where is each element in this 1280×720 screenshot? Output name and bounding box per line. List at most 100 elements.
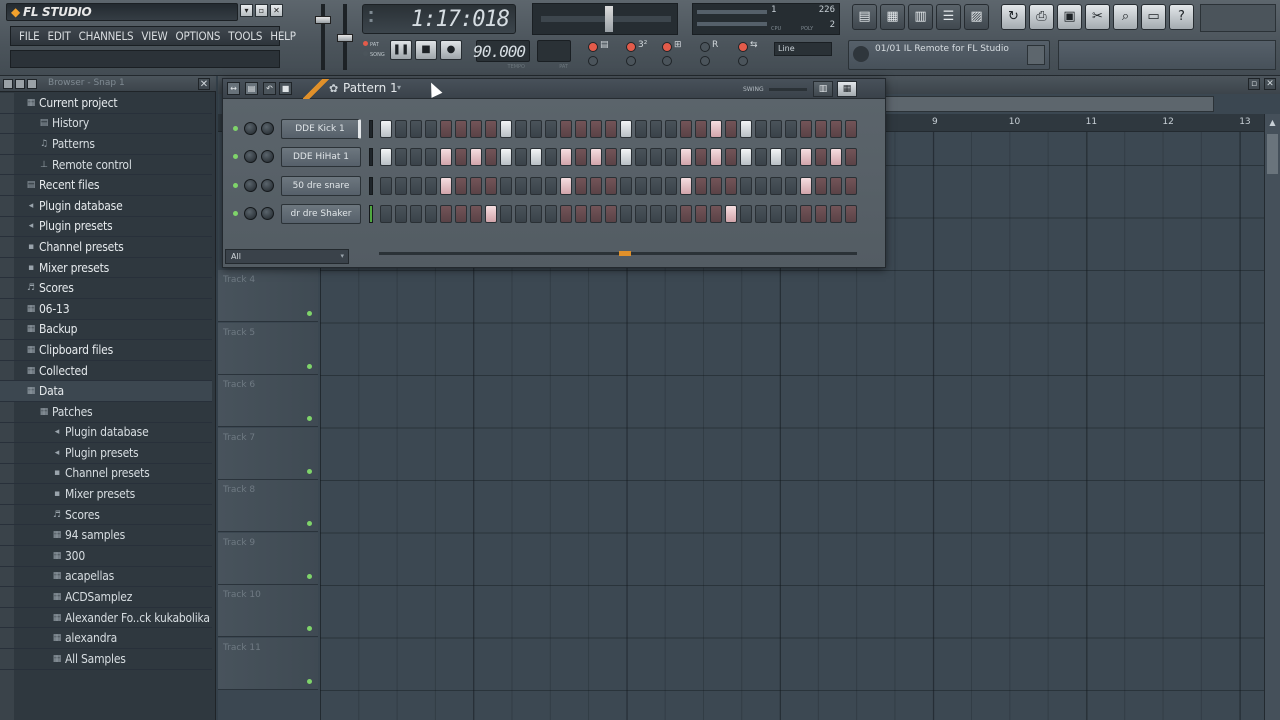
browser-item[interactable]: ◂ Plugin presets bbox=[0, 217, 212, 238]
cut-icon[interactable]: ✂ bbox=[1085, 4, 1110, 30]
step-button[interactable] bbox=[620, 148, 632, 167]
browser-item[interactable]: ▦ Alexander Fo..ck kukabolika bbox=[0, 608, 212, 629]
snap-selector[interactable]: Line bbox=[774, 42, 832, 56]
browser-collapse-button[interactable] bbox=[3, 79, 13, 89]
step-button[interactable] bbox=[410, 148, 422, 167]
step-button[interactable] bbox=[545, 120, 557, 138]
step-button[interactable] bbox=[845, 120, 857, 138]
track-mute-led[interactable] bbox=[307, 363, 312, 369]
scroll-thumb[interactable] bbox=[1267, 134, 1278, 174]
notes-icon[interactable]: ▭ bbox=[1141, 4, 1166, 30]
step-button[interactable] bbox=[725, 204, 737, 223]
step-button[interactable] bbox=[590, 176, 602, 195]
pattern-selector[interactable]: Pattern 1 bbox=[343, 81, 398, 95]
typing-keyboard-toggle[interactable] bbox=[588, 42, 598, 52]
track-mute-led[interactable] bbox=[307, 626, 312, 631]
step-button[interactable] bbox=[395, 176, 407, 195]
render-icon[interactable]: ▣ bbox=[1057, 4, 1082, 30]
step-button[interactable] bbox=[725, 120, 737, 138]
step-button[interactable] bbox=[485, 176, 497, 195]
channel-select-indicator[interactable] bbox=[369, 148, 373, 167]
channel-filter[interactable]: All ▾ bbox=[225, 249, 349, 264]
pat-song-switch[interactable]: PAT SONG bbox=[363, 40, 385, 60]
step-edit-toggle[interactable] bbox=[626, 42, 636, 52]
track-mute-led[interactable] bbox=[307, 311, 312, 316]
browser-item[interactable]: ▦ 94 samples bbox=[0, 525, 212, 547]
time-display[interactable]: ▪ ▪ 1:17:018 bbox=[362, 4, 516, 34]
step-button[interactable] bbox=[650, 176, 662, 195]
step-button[interactable] bbox=[560, 148, 572, 167]
browser-item[interactable]: ▪ Channel presets bbox=[0, 464, 212, 485]
punch-toggle[interactable] bbox=[700, 56, 710, 66]
step-button[interactable] bbox=[680, 120, 692, 138]
pause-button[interactable]: ❚❚ bbox=[390, 40, 412, 60]
step-button[interactable] bbox=[515, 120, 527, 138]
channel-pan-knob[interactable] bbox=[244, 122, 257, 135]
step-button[interactable] bbox=[590, 204, 602, 223]
step-button[interactable] bbox=[440, 204, 452, 223]
channel-volume-knob[interactable] bbox=[261, 206, 274, 220]
step-button[interactable] bbox=[485, 148, 497, 167]
channel-mute-led[interactable] bbox=[233, 182, 238, 188]
browser-item[interactable]: ▦ Data bbox=[0, 381, 212, 402]
step-button[interactable] bbox=[455, 204, 467, 223]
step-button[interactable] bbox=[440, 176, 452, 195]
browser-item[interactable]: ▪ Mixer presets bbox=[0, 258, 212, 279]
step-button[interactable] bbox=[395, 120, 407, 138]
step-button[interactable] bbox=[410, 176, 422, 195]
step-button[interactable] bbox=[635, 148, 647, 167]
step-button[interactable] bbox=[605, 120, 617, 138]
step-button[interactable] bbox=[665, 148, 677, 167]
step-button[interactable] bbox=[500, 176, 512, 195]
step-button[interactable] bbox=[695, 176, 707, 195]
minimize-button[interactable]: ▾ bbox=[240, 4, 253, 17]
step-button[interactable] bbox=[800, 204, 812, 223]
step-button[interactable] bbox=[740, 148, 752, 167]
master-pitch-slider[interactable] bbox=[334, 4, 356, 70]
step-button[interactable] bbox=[605, 148, 617, 167]
step-button[interactable] bbox=[440, 120, 452, 138]
step-button[interactable] bbox=[785, 204, 797, 223]
channel-name-button[interactable]: 50 dre snare bbox=[281, 175, 361, 196]
browser-item[interactable]: ▦ Patches bbox=[0, 402, 212, 423]
pitch-thumb[interactable] bbox=[605, 6, 613, 32]
record-button[interactable]: ● bbox=[440, 40, 462, 60]
step-button[interactable] bbox=[410, 204, 422, 223]
menu-view[interactable]: VIEW bbox=[137, 29, 171, 43]
piano-roll-icon[interactable]: ▥ bbox=[908, 4, 933, 30]
step-button[interactable] bbox=[620, 120, 632, 138]
browser-item[interactable]: ▦ Backup bbox=[0, 320, 212, 341]
step-button[interactable] bbox=[485, 204, 497, 223]
close-button[interactable]: ✕ bbox=[270, 4, 283, 17]
step-sequencer-icon[interactable]: ▦ bbox=[880, 4, 905, 30]
step-button[interactable] bbox=[575, 120, 587, 138]
browser-snap-button[interactable] bbox=[27, 79, 37, 89]
step-button[interactable] bbox=[440, 148, 452, 167]
rack-list-icon[interactable]: ▤ bbox=[245, 82, 258, 95]
save-icon[interactable]: ⎙ bbox=[1029, 4, 1054, 30]
overdub-toggle[interactable] bbox=[738, 56, 748, 66]
step-button[interactable] bbox=[515, 176, 527, 195]
track-header[interactable]: Track 11 bbox=[218, 637, 318, 690]
step-button[interactable] bbox=[380, 120, 392, 138]
keyboard-editor-icon[interactable]: ▦ bbox=[837, 81, 857, 97]
track-header[interactable]: Track 5 bbox=[218, 322, 318, 375]
track-mute-led[interactable] bbox=[307, 678, 312, 684]
step-button[interactable] bbox=[410, 120, 422, 138]
browser-item[interactable]: ▦ ACDSamplez bbox=[0, 587, 212, 608]
step-button[interactable] bbox=[800, 176, 812, 195]
loop-record-toggle[interactable] bbox=[738, 42, 748, 52]
browser-item[interactable]: ▤ Recent files bbox=[0, 175, 212, 196]
step-button[interactable] bbox=[665, 120, 677, 138]
hint-scroll[interactable] bbox=[1027, 45, 1045, 65]
step-button[interactable] bbox=[680, 148, 692, 167]
menu-options[interactable]: OPTIONS bbox=[172, 29, 225, 43]
swing-slider[interactable] bbox=[769, 88, 807, 91]
mixer-icon[interactable]: ▨ bbox=[964, 4, 989, 30]
step-button[interactable] bbox=[470, 148, 482, 167]
channel-pan-knob[interactable] bbox=[244, 178, 257, 192]
step-button[interactable] bbox=[845, 176, 857, 195]
step-button[interactable] bbox=[425, 120, 437, 138]
step-button[interactable] bbox=[380, 204, 392, 223]
step-button[interactable] bbox=[500, 204, 512, 223]
